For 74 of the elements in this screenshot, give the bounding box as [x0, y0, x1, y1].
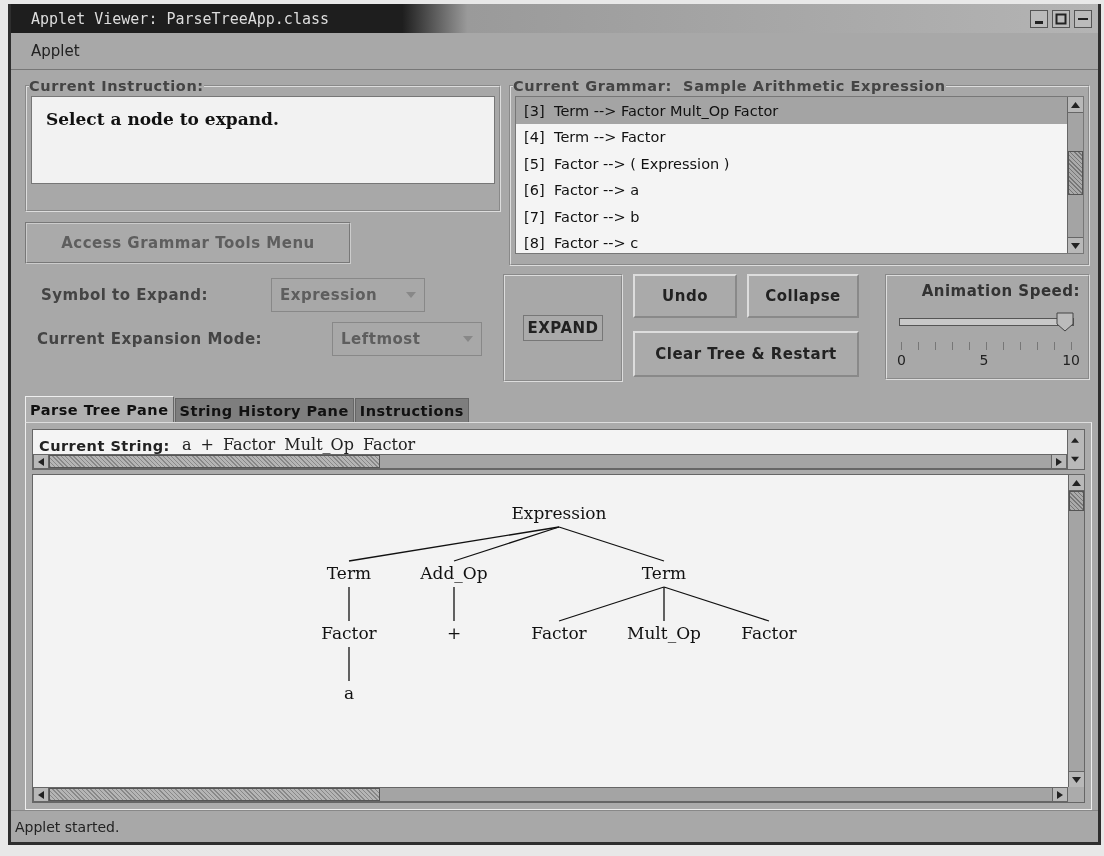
dropdown-arrow-icon [463, 336, 473, 343]
tab[interactable]: String History Pane [174, 398, 354, 423]
scrollbar-thumb[interactable] [49, 788, 380, 802]
current-string-label: Current String: [39, 438, 170, 455]
dropdown-arrow-icon [406, 292, 416, 299]
tree-node[interactable]: a [343, 683, 355, 704]
rule-number: [4] [524, 129, 546, 146]
tree-edge [453, 586, 455, 623]
grammar-rule[interactable]: [8] Factor --> c [516, 229, 1067, 254]
tick-label: 10 [1062, 352, 1080, 369]
rule-number: [7] [524, 208, 546, 225]
instruction-text: Select a node to expand. [31, 96, 495, 185]
slider-thumb[interactable] [1056, 312, 1074, 333]
status-bar: Applet started. [11, 810, 1098, 842]
vertical-scrollbar[interactable] [1067, 97, 1083, 254]
tab[interactable]: Parse Tree Pane [25, 396, 174, 423]
field-label: Symbol to Expand: [40, 286, 209, 305]
rule-number: [3] [524, 102, 546, 119]
expand-button[interactable]: EXPAND [523, 315, 603, 342]
window-title: Applet Viewer: ParseTreeApp.class [31, 9, 330, 28]
rule-text: Term --> Factor Mult_Op Factor [554, 102, 779, 119]
tree-node[interactable]: Factor [321, 623, 377, 644]
panel-title: Current Instruction: [29, 78, 204, 95]
rule-number: [5] [524, 155, 546, 172]
grammar-rule[interactable]: [5] Factor --> ( Expression ) [516, 150, 1067, 177]
tab[interactable]: Instructions [354, 398, 469, 423]
tree-node[interactable]: Add_Op [420, 563, 488, 584]
rule-text: Factor --> a [554, 182, 640, 199]
scroll-up-icon[interactable] [1071, 101, 1080, 108]
scroll-left-icon[interactable] [38, 790, 44, 799]
scroll-up-icon[interactable] [1072, 479, 1081, 486]
rule-text: Factor --> ( Expression ) [554, 155, 730, 172]
grammar-rule[interactable]: [4] Term --> Factor [516, 123, 1067, 151]
scroll-down-icon[interactable] [1072, 776, 1081, 783]
scrollbar-thumb[interactable] [1069, 491, 1084, 512]
speed-slider[interactable] [899, 312, 1074, 333]
tick-label: 0 [897, 352, 906, 369]
scroll-right-icon[interactable] [1057, 790, 1063, 799]
tree-node[interactable]: Factor [531, 623, 587, 644]
rule-text: Factor --> c [554, 235, 639, 252]
tree-edge [348, 646, 350, 683]
rule-text: Factor --> b [554, 208, 640, 225]
menu-item[interactable]: Applet [31, 42, 80, 61]
tree-node[interactable]: Term [326, 563, 372, 584]
tree-node[interactable]: + [446, 623, 462, 644]
scrollbar-thumb[interactable] [49, 455, 380, 469]
tree-node[interactable]: Term [641, 563, 687, 584]
tree-node[interactable]: Expression [511, 503, 607, 524]
current-string-value: a + Factor Mult_Op Factor [181, 435, 416, 455]
rule-text: Term --> Factor [554, 129, 666, 146]
scroll-down-icon[interactable] [1071, 242, 1080, 249]
undo-button[interactable]: Undo [633, 274, 737, 319]
tree-edge [348, 586, 350, 623]
tree-node[interactable]: Factor [741, 623, 797, 644]
maximize-icon[interactable] [1052, 9, 1070, 28]
scrollbar-thumb[interactable] [1068, 151, 1083, 196]
collapse-button[interactable]: Collapse [747, 274, 859, 319]
window-menu-icon[interactable] [1074, 9, 1092, 28]
panel-title: Current Grammar: Sample Arithmetic Expression [513, 78, 946, 95]
horizontal-scrollbar[interactable] [33, 454, 1067, 470]
tree-node[interactable]: Mult_Op [627, 623, 701, 644]
grammar-rule[interactable]: [7] Factor --> b [516, 203, 1067, 230]
minimize-icon[interactable] [1030, 9, 1048, 28]
clear-tree-button[interactable]: Clear Tree & Restart [633, 331, 859, 378]
field-label: Current Expansion Mode: [37, 330, 264, 349]
scroll-left-icon[interactable] [38, 457, 44, 466]
vertical-scrollbar[interactable] [1068, 475, 1084, 788]
tick-label: 5 [979, 352, 989, 369]
animation-speed-label: Animation Speed: [920, 282, 1080, 301]
scroll-right-icon[interactable] [1056, 457, 1062, 466]
grammar-rule[interactable]: [6] Factor --> a [516, 176, 1067, 204]
horizontal-scrollbar[interactable] [33, 787, 1068, 803]
rule-number: [6] [524, 182, 546, 199]
rule-number: [8] [524, 235, 546, 252]
